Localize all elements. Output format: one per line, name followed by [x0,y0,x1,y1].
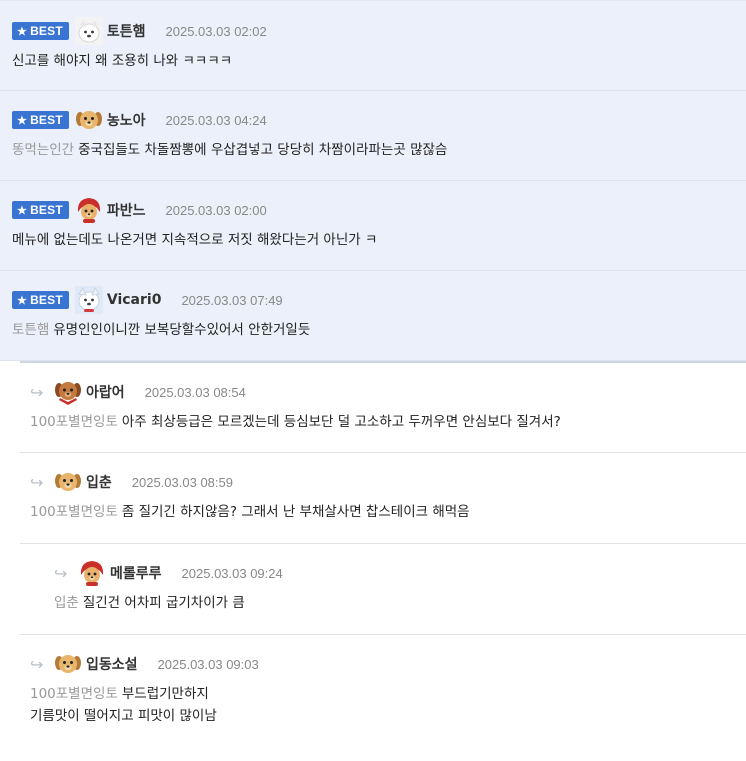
star-icon: ★ [17,25,28,38]
mention-nickname[interactable]: 100포별면잉토 [30,414,118,430]
comment-text: 100포별면잉토 부드럽기만하지 기름맛이 떨어지고 피맛이 많이남 [30,686,217,724]
yellow-dog-avatar[interactable] [75,106,103,134]
reply-comment: ↪ 입동소설 2025.03.03 09:03 100포별면잉토 부드럽기만하지 … [20,634,746,746]
nickname[interactable]: 아랍어 [86,382,125,402]
comment-text: 똥먹는인간 중국집들도 차돌짬뽕에 우삽겹넣고 당당히 차짬이라파는곳 많잖슴 [12,142,448,158]
best-comment: ★ BEST Vicari0 2025.03.03 07:49 토튼햄 유명인인이니… [0,271,746,361]
comment-text: 메뉴에 없는데도 나온거면 지속적으로 저짓 해왔다는거 아닌가 ㅋ [12,232,378,248]
nickname[interactable]: Vicari0 [107,292,162,308]
best-comment: ★ BEST 파반느 2025.03.03 02:00 메뉴에 없는데도 나온거면… [0,181,746,271]
timestamp: 2025.03.03 04:24 [165,112,267,128]
timestamp: 2025.03.03 09:03 [157,656,259,672]
white-dog-avatar[interactable] [74,17,103,45]
timestamp: 2025.03.03 02:00 [165,202,267,218]
reply-arrow-icon: ↪ [54,563,68,583]
star-icon: ★ [17,204,28,217]
timestamp: 2025.03.03 02:02 [165,23,267,39]
timestamp: 2025.03.03 08:54 [144,384,246,400]
comment-text: 신고를 해야지 왜 조용히 나와 ㅋㅋㅋㅋ [12,53,233,69]
white-dog-avatar[interactable] [74,286,103,314]
best-badge: ★ BEST [12,111,69,129]
nickname[interactable]: 농노아 [107,110,146,130]
comment-list: ★ BEST 토튼햄 2025.03.03 02:02 신고를 해야지 왜 조용히… [0,0,746,746]
mention-nickname[interactable]: 토튼햄 [12,322,49,338]
yellow-dog-avatar[interactable] [54,468,82,496]
mention-nickname[interactable]: 입춘 [54,595,79,611]
mention-nickname[interactable]: 100포별면잉토 [30,686,118,702]
comment-text: 100포별면잉토 아주 최상등급은 모르겠는데 등심보단 덜 고소하고 두꺼우면 … [30,414,561,430]
timestamp: 2025.03.03 08:59 [131,474,233,490]
red-hood-dog-avatar[interactable] [75,196,103,224]
reply-comment: ↪ 입춘 2025.03.03 08:59 100포별면잉토 좀 질기긴 하지않음… [20,452,746,543]
nickname[interactable]: 입동소설 [86,654,138,674]
yellow-dog-avatar[interactable] [54,650,82,678]
star-icon: ★ [17,114,28,127]
reply-arrow-icon: ↪ [30,654,44,674]
star-icon: ★ [17,294,28,307]
nickname[interactable]: 토튼햄 [107,21,146,41]
red-scarf-dog-avatar[interactable] [54,378,82,406]
comment-text: 100포별면잉토 좀 질기긴 하지않음? 그래서 난 부채살사면 찹스테이크 해먹… [30,504,470,520]
comment-text: 입춘 질긴건 어차피 굽기차이가 큼 [54,595,245,611]
best-badge: ★ BEST [12,291,69,309]
timestamp: 2025.03.03 09:24 [181,565,283,581]
best-badge: ★ BEST [12,22,69,40]
reply-list: ↪ 아랍어 2025.03.03 08:54 100포별면잉토 아주 최상등급은 … [20,361,746,746]
reply-arrow-icon: ↪ [30,472,44,492]
best-comment: ★ BEST 농노아 2025.03.03 04:24 똥먹는인간 중국집들도 차돌… [0,91,746,181]
red-hood-dog-avatar[interactable] [78,559,106,587]
best-comment: ★ BEST 토튼햄 2025.03.03 02:02 신고를 해야지 왜 조용히… [0,0,746,91]
reply-comment: ↪ 아랍어 2025.03.03 08:54 100포별면잉토 아주 최상등급은 … [20,361,746,452]
mention-nickname[interactable]: 100포별면잉토 [30,504,118,520]
mention-nickname[interactable]: 똥먹는인간 [12,142,74,158]
timestamp: 2025.03.03 07:49 [181,292,283,308]
nickname[interactable]: 파반느 [107,200,146,220]
reply-arrow-icon: ↪ [30,382,44,402]
nickname[interactable]: 메롤루루 [110,563,162,583]
nickname[interactable]: 입춘 [86,472,112,492]
reply-comment: ↪ 메롤루루 2025.03.03 09:24 입춘 질긴건 어차피 굽기차이가 … [20,543,746,634]
comment-text: 토튼햄 유명인인이니깐 보복당할수있어서 안한거일듯 [12,322,311,338]
best-badge: ★ BEST [12,201,69,219]
